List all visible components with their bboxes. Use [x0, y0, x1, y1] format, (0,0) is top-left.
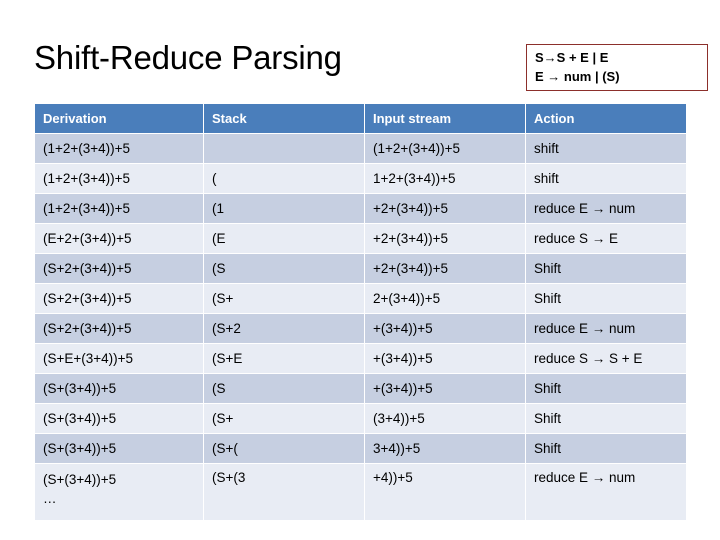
- cell-stack: (S: [204, 254, 364, 283]
- page-title: Shift-Reduce Parsing: [34, 39, 342, 76]
- cell-action: reduce E → num: [526, 464, 686, 520]
- cell-derivation: (S+2+(3+4))+5: [35, 314, 203, 343]
- cell-input-stream: 2+(3+4))+5: [365, 284, 525, 313]
- cell-stack: (S+2: [204, 314, 364, 343]
- table-row: (1+2+(3+4))+5(1+2+(3+4))+5shift: [35, 164, 686, 193]
- cell-input-stream: +2+(3+4))+5: [365, 194, 525, 223]
- cell-stack: (: [204, 164, 364, 193]
- cell-action: shift: [526, 134, 686, 163]
- cell-input-stream: (1+2+(3+4))+5: [365, 134, 525, 163]
- cell-action: reduce E → num: [526, 194, 686, 223]
- cell-stack: (S+: [204, 284, 364, 313]
- grammar-rule-s: S→S + E | E: [535, 50, 609, 65]
- column-header-action: Action: [526, 104, 686, 133]
- table-row: (E+2+(3+4))+5 (E +2+(3+4))+5 reduce S → E: [35, 224, 686, 253]
- cell-derivation: (1+2+(3+4))+5: [35, 194, 203, 223]
- cell-derivation-continuation: …: [43, 491, 57, 506]
- table-row: (S+2+(3+4))+5 (S+2 +(3+4))+5 reduce E → num: [35, 314, 686, 343]
- cell-action: reduce S → S + E: [526, 344, 686, 373]
- cell-derivation-text: (S+(3+4))+5: [43, 472, 117, 487]
- cell-action: Shift: [526, 434, 686, 463]
- cell-derivation: (S+(3+4))+5: [35, 434, 203, 463]
- cell-derivation: (1+2+(3+4))+5: [35, 164, 203, 193]
- table-row: (1+2+(3+4))+5(1+2+(3+4))+5shift: [35, 134, 686, 163]
- cell-input-stream: +4))+5: [365, 464, 525, 520]
- grammar-box: S→S + E | E E → num | (S): [526, 44, 708, 91]
- cell-derivation: (S+2+(3+4))+5: [35, 254, 203, 283]
- table-row: (S+(3+4))+5(S+(3+4))+5Shift: [35, 434, 686, 463]
- column-header-input-stream: Input stream: [365, 104, 525, 133]
- table-row: (S+2+(3+4))+5(S+2+(3+4))+5Shift: [35, 254, 686, 283]
- cell-derivation: (S+(3+4))+5 …: [35, 464, 203, 520]
- cell-stack: (S+E: [204, 344, 364, 373]
- table-header-row: Derivation Stack Input stream Action: [35, 104, 686, 133]
- cell-stack: (S+: [204, 404, 364, 433]
- cell-input-stream: +(3+4))+5: [365, 314, 525, 343]
- cell-stack: (E: [204, 224, 364, 253]
- cell-stack: (S+(3: [204, 464, 364, 520]
- cell-derivation: (E+2+(3+4))+5: [35, 224, 203, 253]
- cell-input-stream: +(3+4))+5: [365, 344, 525, 373]
- cell-action: shift: [526, 164, 686, 193]
- cell-action: reduce S → E: [526, 224, 686, 253]
- cell-stack: (1: [204, 194, 364, 223]
- cell-action: Shift: [526, 254, 686, 283]
- cell-derivation: (S+(3+4))+5: [35, 374, 203, 403]
- table-row: (S+(3+4))+5… (S+(3 +4))+5 reduce E → num: [35, 464, 686, 520]
- cell-input-stream: +2+(3+4))+5: [365, 224, 525, 253]
- cell-input-stream: 1+2+(3+4))+5: [365, 164, 525, 193]
- cell-input-stream: +(3+4))+5: [365, 374, 525, 403]
- cell-stack: (S+(: [204, 434, 364, 463]
- cell-derivation: (S+(3+4))+5: [35, 404, 203, 433]
- cell-input-stream: (3+4))+5: [365, 404, 525, 433]
- cell-action: reduce E → num: [526, 314, 686, 343]
- table-row: (S+(3+4))+5(S+(3+4))+5Shift: [35, 404, 686, 433]
- table-row: (1+2+(3+4))+5 (1 +2+(3+4))+5 reduce E → num: [35, 194, 686, 223]
- table-row: (S+2+(3+4))+5(S+2+(3+4))+5Shift: [35, 284, 686, 313]
- cell-stack: (S: [204, 374, 364, 403]
- cell-derivation: (S+2+(3+4))+5: [35, 284, 203, 313]
- cell-action: Shift: [526, 404, 686, 433]
- column-header-derivation: Derivation: [35, 104, 203, 133]
- cell-derivation: (1+2+(3+4))+5: [35, 134, 203, 163]
- column-header-stack: Stack: [204, 104, 364, 133]
- cell-input-stream: 3+4))+5: [365, 434, 525, 463]
- cell-action: Shift: [526, 284, 686, 313]
- table-row: (S+(3+4))+5(S+(3+4))+5Shift: [35, 374, 686, 403]
- table-row: (S+E+(3+4))+5 (S+E +(3+4))+5 reduce S → S +…: [35, 344, 686, 373]
- cell-stack: [204, 134, 364, 163]
- shift-reduce-trace-table: Derivation Stack Input stream Action (1+…: [34, 103, 687, 521]
- cell-input-stream: +2+(3+4))+5: [365, 254, 525, 283]
- cell-action: Shift: [526, 374, 686, 403]
- cell-derivation: (S+E+(3+4))+5: [35, 344, 203, 373]
- grammar-rule-e: E → num | (S): [535, 69, 620, 84]
